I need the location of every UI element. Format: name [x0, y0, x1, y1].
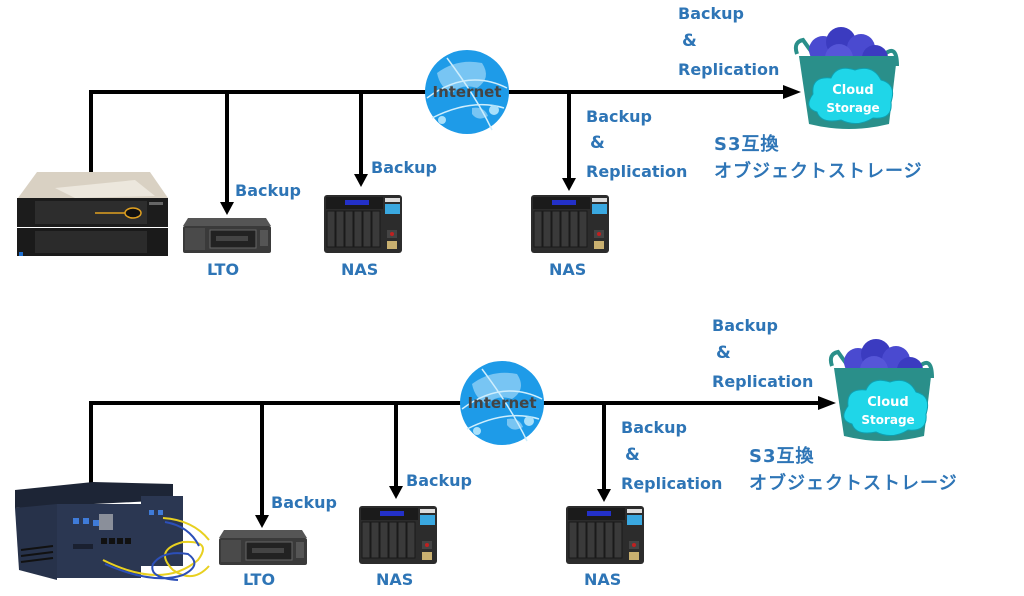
- top-nas1-arrowhead: [354, 174, 368, 187]
- top-nas1-label: NAS: [341, 260, 379, 279]
- top-caption-line1: S3互換: [714, 134, 780, 155]
- top-nas2-action-line1: Backup: [586, 107, 652, 126]
- bottom-cloud-action-line2: &: [716, 343, 731, 363]
- bottom-cloud-action-line3: Replication: [712, 372, 814, 391]
- bottom-caption-line2: オブジェクトストレージ: [749, 473, 958, 494]
- top-lto-label: LTO: [207, 260, 240, 279]
- edge-server-pair-icon: [15, 482, 210, 581]
- rack-server-icon: [17, 172, 168, 256]
- bottom-internet-label: Internet: [467, 394, 536, 412]
- bottom-lto-label: LTO: [243, 570, 276, 589]
- nas-icon: [359, 506, 437, 564]
- bottom-cloud-line1: Cloud: [867, 395, 909, 410]
- bottom-nas1-arrowhead: [389, 486, 403, 499]
- internet-globe-icon: Internet: [460, 361, 544, 445]
- bottom-nas2-action-line1: Backup: [621, 418, 687, 437]
- bottom-cloud-action-line1: Backup: [712, 316, 778, 335]
- bottom-caption-line1: S3互換: [749, 446, 815, 467]
- top-lto-action: Backup: [235, 181, 301, 200]
- internet-globe-icon: Internet: [425, 50, 509, 134]
- top-caption-line2: オブジェクトストレージ: [714, 161, 923, 182]
- bottom-nas1-label: NAS: [376, 570, 414, 589]
- top-cloud-line1: Cloud: [832, 83, 874, 98]
- bottom-nas2-action-line2: &: [625, 445, 640, 465]
- lto-drive-icon: [219, 530, 307, 565]
- top-nas2-action-line3: Replication: [586, 162, 688, 181]
- top-cloud-line2: Storage: [826, 101, 879, 115]
- top-nas1-action: Backup: [371, 158, 437, 177]
- bottom-nas2-label: NAS: [584, 570, 622, 589]
- top-nas2-label: NAS: [549, 260, 587, 279]
- top-cloud-action-line2: &: [682, 31, 697, 51]
- bottom-nas2-arrowhead: [597, 489, 611, 502]
- lto-drive-icon: [183, 218, 271, 253]
- top-cloud-action-line3: Replication: [678, 60, 780, 79]
- bottom-lto-arrowhead: [255, 515, 269, 528]
- bottom-cloud-line2: Storage: [861, 413, 914, 427]
- top-cloud-action-line1: Backup: [678, 4, 744, 23]
- top-internet-label: Internet: [432, 83, 501, 101]
- bottom-nas1-action: Backup: [406, 471, 472, 490]
- nas-icon: [566, 506, 644, 564]
- top-nas2-action-line2: &: [590, 133, 605, 153]
- bottom-lto-action: Backup: [271, 493, 337, 512]
- cloud-storage-icon: Cloud Storage: [828, 339, 934, 441]
- cloud-storage-icon: Cloud Storage: [793, 27, 899, 129]
- nas-icon: [324, 195, 402, 253]
- top-nas2-arrowhead: [562, 178, 576, 191]
- top-lto-arrowhead: [220, 202, 234, 215]
- nas-icon: [531, 195, 609, 253]
- bottom-nas2-action-line3: Replication: [621, 474, 723, 493]
